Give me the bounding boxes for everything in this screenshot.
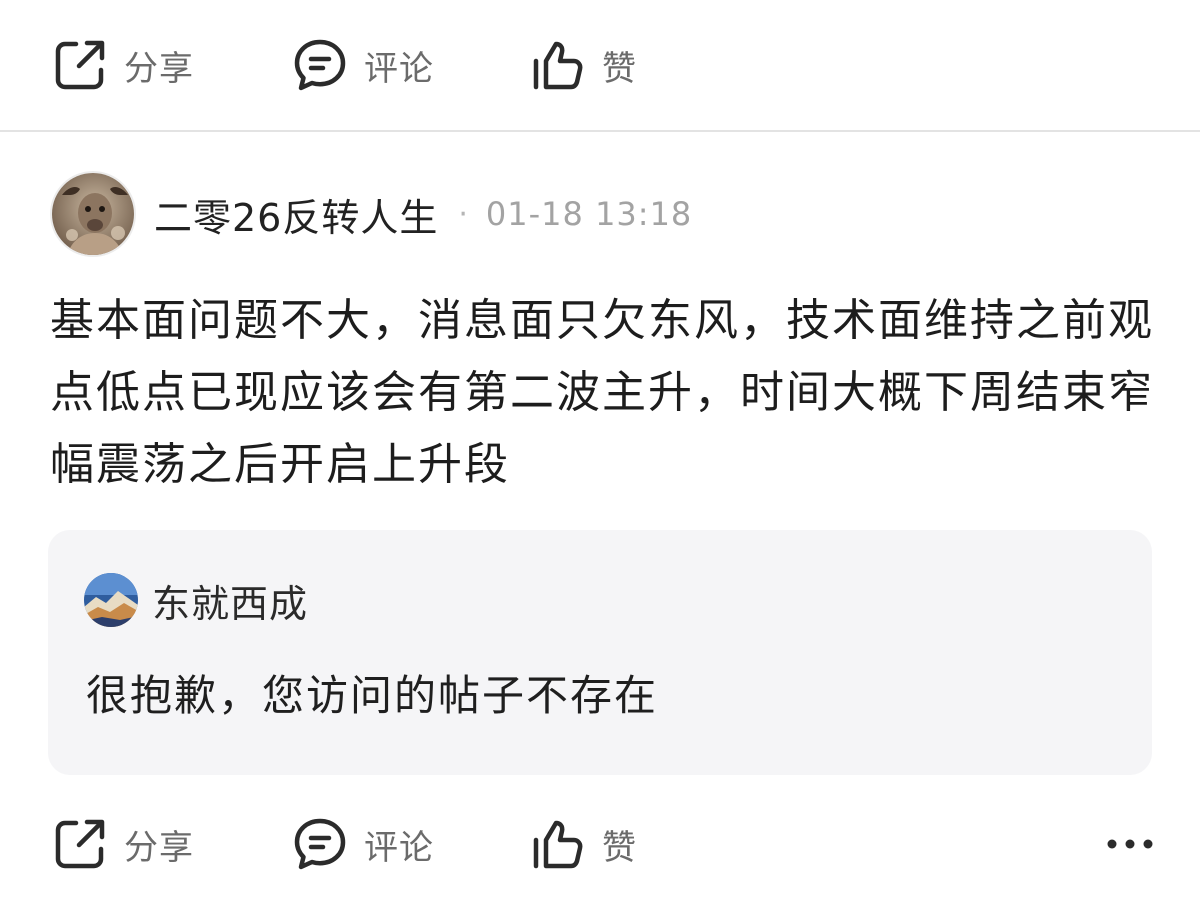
share-icon [52, 37, 108, 93]
like-label: 赞 [602, 827, 637, 868]
share-button[interactable]: 分享 [52, 25, 194, 105]
share-button[interactable]: 分享 [52, 804, 194, 884]
comment-icon [292, 816, 348, 872]
comment-button[interactable]: 评论 [292, 804, 434, 884]
comment-button[interactable]: 评论 [292, 25, 434, 105]
comment-label: 评论 [364, 827, 434, 868]
like-button[interactable]: 赞 [530, 804, 637, 884]
post-timestamp: 01-18 13:18 [485, 195, 693, 233]
author-avatar[interactable] [50, 171, 136, 257]
like-label: 赞 [602, 48, 637, 89]
post-header: 二零26反转人生 · 01-18 13:18 [50, 170, 692, 258]
bottom-action-bar: 分享 评论 赞 [0, 804, 1200, 884]
thumbs-up-icon [530, 816, 586, 872]
share-label: 分享 [124, 827, 194, 868]
section-divider [0, 130, 1200, 132]
quoted-author-avatar[interactable] [84, 573, 138, 627]
post-page: 分享 评论 赞 二零26反转人生 · 01-18 13:18 基本面问题不大，消… [0, 0, 1200, 903]
share-label: 分享 [124, 48, 194, 89]
quoted-post-text: 很抱歉，您访问的帖子不存在 [86, 671, 659, 720]
quoted-post-header: 东就西成 [84, 572, 308, 628]
share-icon [52, 816, 108, 872]
comment-label: 评论 [364, 48, 434, 89]
author-name[interactable]: 二零26反转人生 [154, 187, 438, 242]
more-options-button[interactable] [1100, 804, 1160, 884]
thumbs-up-icon [530, 37, 586, 93]
more-dots-icon [1106, 835, 1154, 854]
like-button[interactable]: 赞 [530, 25, 637, 105]
quoted-author-name[interactable]: 东就西成 [152, 573, 308, 628]
top-action-bar: 分享 评论 赞 [0, 25, 1200, 105]
post-content: 基本面问题不大，消息面只欠东风，技术面维持之前观点低点已现应该会有第二波主升，时… [50, 295, 1154, 490]
comment-icon [292, 37, 348, 93]
quoted-post-card[interactable]: 东就西成 很抱歉，您访问的帖子不存在 [48, 530, 1152, 775]
meta-separator: · [458, 196, 468, 232]
